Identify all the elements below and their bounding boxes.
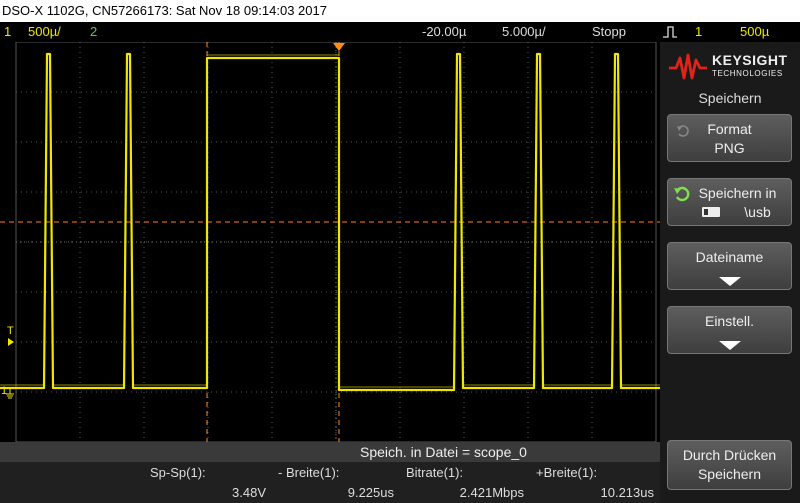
measurement-label: +Breite(1): xyxy=(536,465,598,480)
ch1-ground-label: 1 xyxy=(1,385,7,397)
run-state[interactable]: Stopp xyxy=(592,22,626,42)
measurement-label: - Breite(1): xyxy=(278,465,340,480)
ch1-trace-noise xyxy=(0,54,660,388)
measurement-positive-width[interactable]: +Breite(1): 10.213us xyxy=(530,462,660,503)
trigger-position-marker[interactable] xyxy=(333,43,345,51)
format-softkey[interactable]: Format PNG xyxy=(667,114,792,162)
measurement-value: 2.421Mbps xyxy=(459,485,524,500)
trigger-channel[interactable]: 1 xyxy=(695,22,702,42)
settings-softkey[interactable]: Einstell. xyxy=(667,306,792,354)
softkey-label: Durch Drücken xyxy=(682,447,777,463)
measurement-value: 10.213us xyxy=(600,485,655,500)
status-bar: 1 500µ/ 2 -20.00µ 5.000µ/ Stopp 1 500µ xyxy=(0,22,800,42)
press-to-save-softkey[interactable]: Durch Drücken Speichern xyxy=(667,440,792,490)
graticule xyxy=(15,42,657,442)
save-message: Speich. in Datei = scope_0 xyxy=(360,444,527,460)
measurement-label: Sp-Sp(1): xyxy=(150,465,206,480)
window-title-bar: DSO-X 1102G, CN57266173: Sat Nov 18 09:1… xyxy=(0,0,800,22)
softkey-label: Speichern in xyxy=(698,185,777,201)
ground-icon xyxy=(6,388,14,399)
softkey-label: Format xyxy=(707,121,752,137)
keysight-logo: KEYSIGHT TECHNOLOGIES xyxy=(668,50,794,84)
trigger-level-marker[interactable] xyxy=(8,338,14,346)
measurement-peak-peak[interactable]: Sp-Sp(1): 3.48V xyxy=(144,462,272,503)
measurement-negative-width[interactable]: - Breite(1): 9.225us xyxy=(272,462,400,503)
measurement-bitrate[interactable]: Bitrate(1): 2.421Mbps xyxy=(400,462,530,503)
menu-title: Speichern xyxy=(698,90,762,106)
softkey-value: \usb xyxy=(744,204,771,220)
message-bar: Speich. in Datei = scope_0 xyxy=(0,442,660,462)
save-to-softkey[interactable]: Speichern in \usb xyxy=(667,178,792,226)
trigger-level[interactable]: 500µ xyxy=(740,22,769,42)
ch1-scale[interactable]: 500µ/ xyxy=(28,22,61,42)
submenu-arrow-icon xyxy=(668,273,791,289)
softkey-label: Dateiname xyxy=(695,249,764,265)
softkey-value: Speichern xyxy=(697,466,762,482)
brand-subtitle: TECHNOLOGIES xyxy=(712,69,783,78)
brand-name: KEYSIGHT xyxy=(712,52,788,68)
trigger-marker-label: T xyxy=(7,325,14,337)
waveform-display[interactable]: T 1 xyxy=(0,42,660,442)
softkey-panel: KEYSIGHT TECHNOLOGIES Speichern Format P… xyxy=(660,42,800,503)
softkey-value: PNG xyxy=(714,140,745,156)
measurement-value: 3.48V xyxy=(232,485,266,500)
measurement-value: 9.225us xyxy=(347,485,394,500)
measurement-label: Bitrate(1): xyxy=(406,465,464,480)
waveform-svg: T 1 xyxy=(0,42,660,442)
time-offset[interactable]: -20.00µ xyxy=(422,22,466,42)
ch1-number[interactable]: 1 xyxy=(4,22,11,42)
ch2-number[interactable]: 2 xyxy=(90,22,97,42)
keysight-wave-icon xyxy=(669,53,707,80)
measurement-bar: Sp-Sp(1): 3.48V - Breite(1): 9.225us Bit… xyxy=(0,462,660,503)
submenu-arrow-icon xyxy=(668,337,791,353)
softkey-label: Einstell. xyxy=(704,313,755,329)
window-title: DSO-X 1102G, CN57266173: Sat Nov 18 09:1… xyxy=(2,3,327,18)
filename-softkey[interactable]: Dateiname xyxy=(667,242,792,290)
time-scale[interactable]: 5.000µ/ xyxy=(502,22,546,42)
